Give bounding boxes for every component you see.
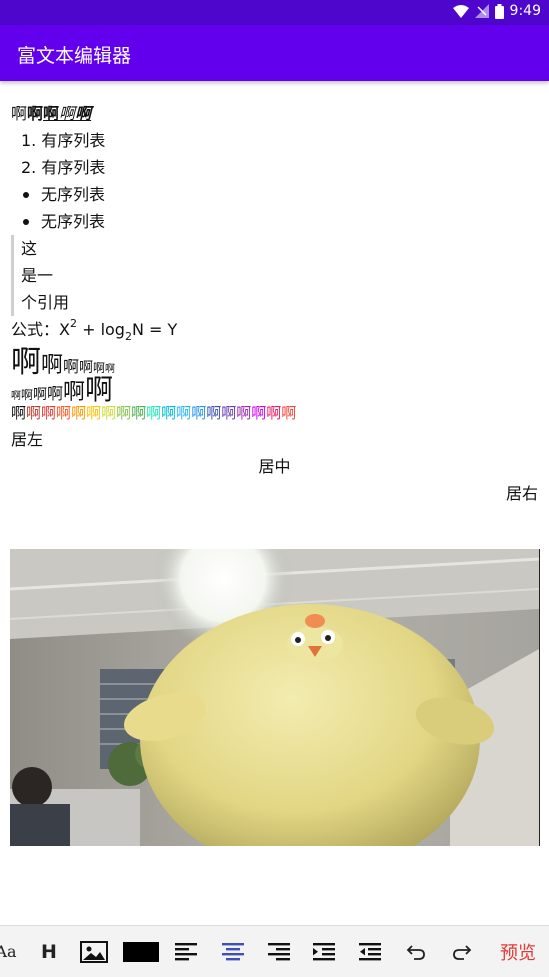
colored-char: 啊	[221, 404, 237, 422]
align-left-button[interactable]	[174, 926, 198, 977]
preview-button[interactable]: 预览	[496, 926, 540, 977]
blockquote: 这 是一 个引用	[11, 235, 538, 316]
bold-italic-text: 啊	[75, 104, 92, 123]
colored-char: 啊	[116, 404, 132, 422]
align-left-icon	[175, 942, 197, 960]
colored-char: 啊	[191, 404, 207, 422]
italic-text: 啊	[59, 104, 76, 123]
shrinking-text-line: 啊啊啊啊啊啊	[11, 345, 116, 380]
format-toolbar: Aa H 预览	[0, 925, 549, 977]
app-bar: 富文本编辑器	[0, 25, 549, 81]
align-left-text: 居左	[11, 430, 44, 449]
colored-text-line: 啊啊啊啊啊啊啊啊啊啊啊啊啊啊啊啊啊啊啊	[11, 399, 538, 426]
heading-icon: H	[41, 940, 57, 963]
colored-char: 啊	[56, 404, 72, 422]
battery-icon	[494, 3, 504, 19]
unordered-list-item: 无序列表	[11, 181, 538, 208]
colored-char: 啊	[236, 404, 252, 422]
formula-line: 公式：X2 + log2N = Y	[11, 317, 178, 343]
colored-char: 啊	[281, 404, 297, 422]
bullet-icon	[23, 219, 29, 225]
ordered-list-item: 2. 有序列表	[21, 158, 106, 177]
mixed-style-line: 啊啊啊啊啊	[11, 100, 538, 127]
colored-char: 啊	[11, 404, 27, 422]
align-right-icon	[268, 942, 290, 960]
align-right-text: 居右	[505, 484, 538, 503]
unordered-list-item: 无序列表	[11, 208, 538, 235]
outdent-button[interactable]	[358, 926, 382, 977]
outdent-icon	[359, 942, 381, 960]
align-center-text: 居中	[258, 457, 291, 476]
undo-icon	[406, 944, 425, 960]
text-color-swatch	[123, 941, 159, 962]
colored-char: 啊	[26, 404, 42, 422]
colored-char: 啊	[131, 404, 147, 422]
status-icons: 9:49	[452, 3, 541, 19]
ordered-list-item: 1. 有序列表	[21, 131, 106, 150]
heading-button[interactable]: H	[36, 926, 62, 977]
colored-char: 啊	[266, 404, 282, 422]
bold-underline-text: 啊	[43, 104, 60, 123]
status-time: 9:49	[509, 3, 541, 19]
indent-icon	[313, 942, 335, 960]
plush-chick-photo	[10, 549, 539, 846]
image-icon	[80, 940, 108, 963]
colored-char: 啊	[86, 404, 102, 422]
align-center-icon	[222, 942, 244, 960]
colored-char: 啊	[176, 404, 192, 422]
redo-icon	[453, 944, 472, 960]
colored-char: 啊	[101, 404, 117, 422]
indent-button[interactable]	[312, 926, 336, 977]
font-size-icon: Aa	[0, 942, 17, 961]
colored-char: 啊	[206, 404, 222, 422]
text-color-button[interactable]	[122, 926, 160, 977]
colored-char: 啊	[41, 404, 57, 422]
font-size-button[interactable]: Aa	[0, 926, 18, 977]
wifi-icon	[452, 4, 469, 18]
redo-button[interactable]	[450, 926, 474, 977]
align-center-button[interactable]	[221, 926, 245, 977]
signal-icon	[474, 4, 489, 18]
colored-char: 啊	[146, 404, 162, 422]
bold-text: 啊	[27, 104, 44, 123]
colored-char: 啊	[251, 404, 267, 422]
colored-char: 啊	[161, 404, 177, 422]
undo-button[interactable]	[404, 926, 428, 977]
colored-char: 啊	[71, 404, 87, 422]
align-right-button[interactable]	[267, 926, 291, 977]
status-bar: 9:49	[0, 0, 549, 25]
insert-image-button[interactable]	[79, 926, 109, 977]
inserted-image[interactable]	[10, 549, 540, 846]
app-title: 富文本编辑器	[17, 45, 132, 67]
growing-text-line: 啊啊啊啊啊啊	[11, 373, 114, 406]
bullet-icon	[23, 192, 29, 198]
rich-text-editor[interactable]: 啊啊啊啊啊 1. 有序列表 2. 有序列表 无序列表 无序列表 这 是一 个引用…	[11, 100, 538, 507]
normal-text: 啊	[11, 104, 28, 123]
